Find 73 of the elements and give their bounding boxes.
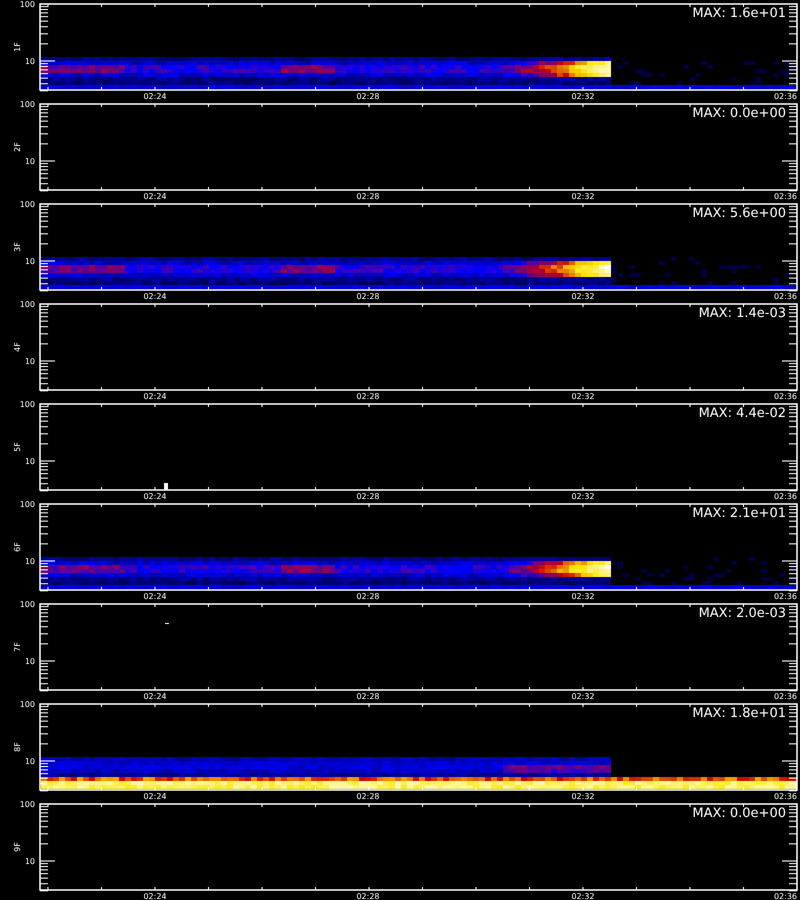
max-label: MAX: 0.0e+00 [692,806,786,821]
tick-label: 02:36 [774,392,797,400]
tick-label: 10 [24,257,35,266]
tick-label: 10 [24,657,35,666]
tick-label: 100 [20,400,35,409]
tick-label: 100 [20,100,35,109]
tick-label: 02:32 [571,92,595,100]
tick-label: 10 [24,557,35,566]
tick-label: 02:24 [143,392,167,400]
tick-label: 100 [20,800,35,809]
tick-label: 02:36 [774,692,797,700]
tick-label: 02:24 [143,892,167,900]
axis-label: 6F [13,542,22,552]
tick-label: 02:28 [356,192,380,200]
max-label: MAX: 1.4e-03 [698,306,786,321]
max-label: MAX: 2.0e-03 [698,606,786,621]
axis-label: 9F [13,842,22,852]
tick-label: 02:36 [774,292,797,300]
tick-label: 02:24 [143,692,167,700]
axis-label: 1F [13,42,22,52]
tick-label: 02:28 [356,492,380,500]
axis-label: 3F [13,242,22,252]
tick-label: 02:32 [571,292,595,300]
data-speck [164,483,168,490]
tick-label: 02:36 [774,892,797,900]
tick-label: 100 [20,300,35,309]
tick-label: 02:32 [571,392,595,400]
tick-label: 02:36 [774,492,797,500]
tick-label: 02:32 [571,592,595,600]
tick-label: 100 [20,600,35,609]
axis-label: 7F [13,642,22,652]
tick-label: 02:36 [774,792,797,800]
tick-label: 02:36 [774,92,797,100]
max-label: MAX: 5.6e+00 [692,206,786,221]
tick-label: 02:28 [356,792,380,800]
tick-label: 02:32 [571,492,595,500]
tick-label: 10 [24,857,35,866]
max-label: MAX: 1.6e+01 [692,6,786,21]
tick-label: 02:24 [143,792,167,800]
tick-label: 100 [20,700,35,709]
axis-label: 8F [13,742,22,752]
tick-label: 100 [20,200,35,209]
tick-label: 02:32 [571,692,595,700]
tick-label: 10 [24,57,35,66]
tick-label: 10 [24,457,35,466]
tick-label: 02:36 [774,592,797,600]
tick-label: 02:28 [356,392,380,400]
tick-label: 02:28 [356,692,380,700]
tick-label: 02:28 [356,892,380,900]
tick-label: 02:28 [356,292,380,300]
axis-label: 4F [13,342,22,352]
tick-label: 02:24 [143,192,167,200]
tick-label: 10 [24,357,35,366]
tick-label: 02:24 [143,492,167,500]
tick-label: 02:24 [143,292,167,300]
tick-label: 10 [24,757,35,766]
tick-label: 02:32 [571,892,595,900]
max-label: MAX: 2.1e+01 [692,506,786,521]
tick-label: 02:32 [571,192,595,200]
tick-label: 02:28 [356,592,380,600]
axis-label: 2F [13,142,22,152]
tick-label: 02:24 [143,92,167,100]
tick-label: 02:36 [774,192,797,200]
max-label: MAX: 1.8e+01 [692,706,786,721]
max-label: MAX: 0.0e+00 [692,106,786,121]
tick-label: 02:32 [571,792,595,800]
max-label: MAX: 4.4e-02 [698,406,786,421]
tick-label: 02:24 [143,592,167,600]
tick-label: 100 [20,500,35,509]
tick-label: 10 [24,157,35,166]
tick-label: 100 [20,0,35,9]
tick-label: 02:28 [356,92,380,100]
axis-label: 5F [13,442,22,452]
